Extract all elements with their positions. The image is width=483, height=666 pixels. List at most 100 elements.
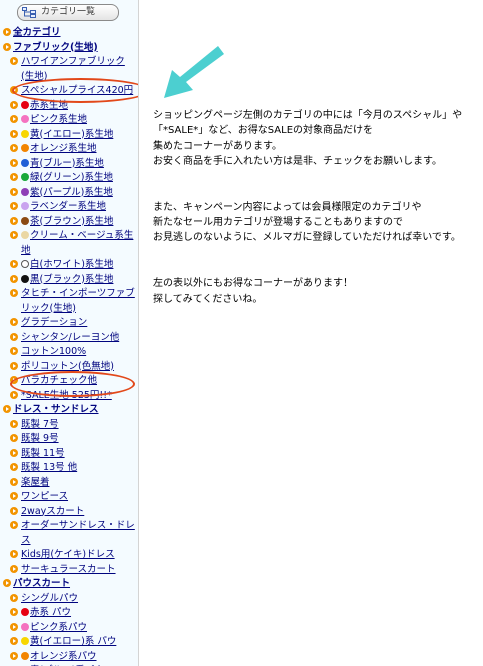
subcategory-item[interactable]: 赤系生地: [0, 99, 138, 114]
category-link[interactable]: オーダーサンドレス・ドレス: [21, 520, 135, 546]
color-dot-icon: [21, 622, 29, 631]
subcategory-item[interactable]: オレンジ系パウ: [0, 650, 138, 665]
promo-text-line: ショッピングページ左側のカテゴリの中には「今月のスペシャル」や: [153, 110, 463, 121]
sidebar-header-title: カテゴリ一覧: [40, 7, 95, 17]
subcategory-item[interactable]: 既製 9号: [0, 432, 138, 447]
orange-circle-arrow-icon: [10, 492, 18, 500]
category-link[interactable]: ハワイアンファブリック(生地): [21, 56, 125, 82]
category-link[interactable]: グラデーション: [21, 317, 87, 328]
category-link[interactable]: 全カテゴリ: [13, 27, 61, 38]
orange-circle-arrow-icon: [10, 448, 18, 457]
subcategory-item[interactable]: オレンジ系生地: [0, 142, 138, 157]
orange-circle-arrow-icon: [10, 564, 18, 573]
category-link[interactable]: ラベンダー系生地: [30, 201, 106, 212]
category-link[interactable]: 既製 13号 他: [21, 462, 77, 473]
subcategory-item[interactable]: タヒチ・インポーツファブリック(生地): [0, 287, 138, 316]
promo-text-line: お安く商品を手に入れたい方は是非、チェックをお願いします。: [153, 155, 442, 167]
category-link[interactable]: 黄(イエロー)系生地: [30, 129, 113, 140]
subcategory-item[interactable]: クリーム・ベージュ系生地: [0, 229, 138, 258]
subcategory-item[interactable]: グラデーション: [0, 316, 138, 331]
subcategory-item[interactable]: シャンタン/レーヨン他: [0, 331, 138, 346]
orange-circle-arrow-icon: [10, 332, 18, 341]
subcategory-item[interactable]: 黄(イエロー)系生地: [0, 128, 138, 143]
category-link[interactable]: 白(ホワイト)系生地: [30, 259, 113, 270]
subcategory-item[interactable]: ラベンダー系生地: [0, 200, 138, 215]
category-link[interactable]: ポリコットン(色無地): [21, 361, 114, 372]
orange-circle-arrow-icon: [10, 593, 18, 602]
category-item[interactable]: ファブリック(生地): [0, 41, 138, 56]
category-link[interactable]: オレンジ系生地: [30, 143, 97, 154]
orange-circle-arrow-icon: [10, 506, 18, 515]
subcategory-item[interactable]: 青(ブルー)系生地: [0, 157, 138, 172]
subcategory-item[interactable]: コットン100%: [0, 345, 138, 360]
color-dot-icon: [21, 100, 29, 109]
promo-text-line: お見逃しのないように、メルマガに登録していただければ幸いです。: [153, 232, 461, 244]
category-link[interactable]: 既製 11号: [21, 448, 65, 459]
category-item[interactable]: パウスカート: [0, 577, 138, 592]
subcategory-item[interactable]: 楽屋着: [0, 476, 138, 491]
category-link[interactable]: コットン100%: [21, 346, 86, 357]
category-link[interactable]: ドレス・サンドレス: [13, 404, 99, 415]
category-link[interactable]: 黄(イエロー)系 パウ: [30, 636, 116, 647]
orange-circle-arrow-icon: [10, 187, 18, 196]
subcategory-item[interactable]: *SALE生地 525円!!*: [0, 389, 138, 404]
subcategory-item[interactable]: Kids用(ケイキ)ドレス: [0, 548, 138, 563]
category-link[interactable]: 楽屋着: [21, 477, 50, 488]
category-link[interactable]: ワンピース: [21, 491, 68, 502]
orange-circle-arrow-icon: [10, 231, 18, 239]
category-link[interactable]: 赤系 パウ: [30, 607, 71, 618]
subcategory-item[interactable]: スペシャルプライス420円: [0, 84, 138, 99]
category-link[interactable]: スペシャルプライス420円: [21, 85, 133, 96]
category-link[interactable]: 青(ブルー)系生地: [30, 158, 104, 169]
subcategory-item[interactable]: 黒(ブラック)系生地: [0, 273, 138, 288]
orange-circle-arrow-icon: [10, 158, 18, 167]
orange-circle-arrow-icon: [3, 42, 11, 51]
subcategory-item[interactable]: サーキュラースカート: [0, 563, 138, 578]
category-link[interactable]: 紫(パープル)系生地: [30, 187, 113, 198]
subcategory-item[interactable]: 既製 13号 他: [0, 461, 138, 476]
category-link[interactable]: パラカチェック他: [21, 375, 97, 386]
subcategory-item[interactable]: オーダーサンドレス・ドレス: [0, 519, 138, 548]
orange-circle-arrow-icon: [10, 651, 18, 660]
subcategory-item[interactable]: 白(ホワイト)系生地: [0, 258, 138, 273]
subcategory-item[interactable]: ハワイアンファブリック(生地): [0, 55, 138, 84]
category-link[interactable]: 茶(ブラウン)系生地: [30, 216, 113, 227]
category-link[interactable]: Kids用(ケイキ)ドレス: [21, 549, 115, 560]
subcategory-item[interactable]: ワンピース: [0, 490, 138, 505]
subcategory-item[interactable]: 既製 7号: [0, 418, 138, 433]
category-link[interactable]: サーキュラースカート: [21, 564, 116, 575]
category-link[interactable]: 赤系生地: [30, 100, 68, 111]
subcategory-item[interactable]: 紫(パープル)系生地: [0, 186, 138, 201]
subcategory-item[interactable]: ピンク系生地: [0, 113, 138, 128]
subcategory-item[interactable]: 黄(イエロー)系 パウ: [0, 635, 138, 650]
category-item[interactable]: 全カテゴリ: [0, 26, 138, 41]
category-link[interactable]: オレンジ系パウ: [30, 651, 97, 662]
category-link[interactable]: *SALE生地 525円!!*: [21, 390, 112, 401]
promo-text-line: また、キャンペーン内容によっては会員様限定のカテゴリや: [153, 201, 422, 213]
subcategory-item[interactable]: 緑(グリーン)系生地: [0, 171, 138, 186]
color-dot-icon: [21, 274, 29, 283]
subcategory-item[interactable]: シングルパウ: [0, 592, 138, 607]
category-link[interactable]: クリーム・ベージュ系生地: [21, 230, 133, 256]
category-link[interactable]: ファブリック(生地): [13, 42, 98, 53]
category-link[interactable]: ピンク系生地: [30, 114, 87, 125]
category-link[interactable]: シャンタン/レーヨン他: [21, 332, 119, 343]
subcategory-item[interactable]: ピンク系パウ: [0, 621, 138, 636]
color-dot-icon: [21, 608, 29, 616]
category-link[interactable]: 既製 9号: [21, 433, 59, 444]
category-link[interactable]: 既製 7号: [21, 419, 59, 430]
subcategory-item[interactable]: パラカチェック他: [0, 374, 138, 389]
category-link[interactable]: 2wayスカート: [21, 506, 84, 517]
subcategory-item[interactable]: 赤系 パウ: [0, 606, 138, 621]
subcategory-item[interactable]: 既製 11号: [0, 447, 138, 462]
category-item[interactable]: ドレス・サンドレス: [0, 403, 138, 418]
category-link[interactable]: タヒチ・インポーツファブリック(生地): [21, 288, 135, 314]
category-link[interactable]: ピンク系パウ: [30, 622, 87, 633]
category-link[interactable]: 黒(ブラック)系生地: [30, 274, 113, 285]
category-link[interactable]: シングルパウ: [21, 593, 78, 604]
subcategory-item[interactable]: 茶(ブラウン)系生地: [0, 215, 138, 230]
subcategory-item[interactable]: 2wayスカート: [0, 505, 138, 520]
category-link[interactable]: 緑(グリーン)系生地: [30, 172, 113, 183]
category-link[interactable]: パウスカート: [13, 578, 70, 589]
subcategory-item[interactable]: ポリコットン(色無地): [0, 360, 138, 375]
